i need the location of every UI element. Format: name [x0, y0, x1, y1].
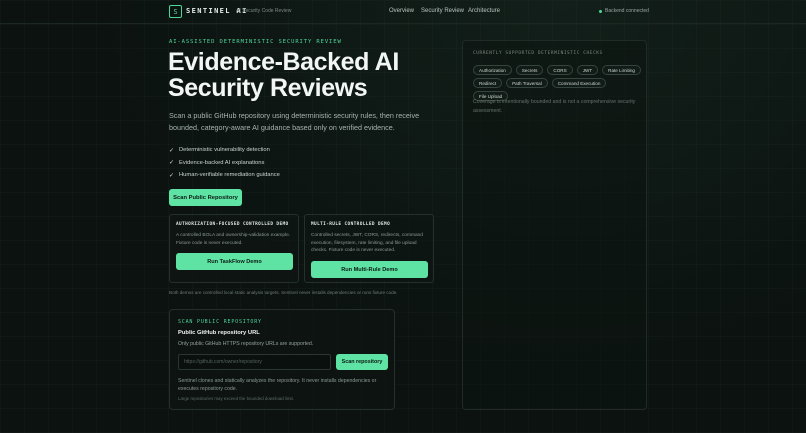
- list-item: ✓ Human-verifiable remediation guidance: [169, 172, 280, 179]
- demo-card-title: MULTI-RULE CONTROLLED DEMO: [311, 222, 391, 227]
- check-chip: Redirect: [473, 78, 503, 88]
- download-limit-note: Large repositories may exceed the bounde…: [178, 396, 294, 401]
- check-chip: Authorization: [473, 65, 512, 75]
- check-chip: CORS: [547, 65, 573, 75]
- page-title: Evidence-Backed AI Security Reviews: [168, 48, 399, 102]
- repository-url-help: Only public GitHub HTTPS repository URLs…: [178, 341, 314, 347]
- repository-url-input[interactable]: [178, 354, 331, 370]
- scan-public-repository-button[interactable]: Scan Public Repository: [169, 189, 242, 206]
- list-item: ✓ Evidence-backed AI explanations: [169, 159, 265, 167]
- check-icon: ✓: [169, 172, 175, 179]
- nav-security-review[interactable]: Security Review: [421, 8, 464, 14]
- logo-icon: S: [169, 5, 182, 18]
- check-chip: JWT: [576, 65, 599, 75]
- scan-description: Sentinel clones and statically analyzes …: [178, 378, 377, 392]
- nav-overview[interactable]: Overview: [389, 8, 414, 14]
- check-chips: Authorization Secrets CORS JWT Rate Limi…: [473, 65, 641, 101]
- brand-subtitle: AI Security Code Review: [236, 8, 292, 14]
- run-taskflow-demo-button[interactable]: Run TaskFlow Demo: [176, 253, 293, 270]
- hero-description: Scan a public GitHub repository using de…: [169, 111, 420, 132]
- demo-card-description: A controlled BOLA and ownership-validati…: [176, 233, 291, 246]
- scan-repository-button[interactable]: Scan repository: [336, 354, 388, 370]
- hero-eyebrow: AI-ASSISTED DETERMINISTIC SECURITY REVIE…: [169, 39, 342, 45]
- scan-panel-eyebrow: SCAN PUBLIC REPOSITORY: [178, 319, 262, 325]
- check-chip: Secrets: [515, 65, 544, 75]
- check-icon: ✓: [169, 147, 175, 154]
- check-icon: ✓: [169, 160, 175, 167]
- scan-repository-panel: SCAN PUBLIC REPOSITORY Public GitHub rep…: [169, 309, 395, 410]
- list-item: ✓ Deterministic vulnerability detection: [169, 147, 270, 154]
- feature-list: ✓ Deterministic vulnerability detection ✓…: [169, 144, 280, 182]
- taskflow-demo-card: AUTHORIZATION-FOCUSED CONTROLLED DEMO A …: [169, 214, 299, 283]
- demo-card-description: Controlled secrets, JWT, CORS, redirects…: [311, 233, 423, 254]
- run-multi-rule-demo-button[interactable]: Run Multi-Rule Demo: [311, 261, 428, 278]
- nav-architecture[interactable]: Architecture: [468, 8, 500, 14]
- check-chip: Command Execution: [551, 78, 607, 88]
- top-header: S SENTINEL AI AI Security Code Review Ov…: [0, 0, 806, 24]
- coverage-note: Coverage is intentionally bounded and is…: [473, 99, 636, 114]
- check-chip: Rate Limiting: [602, 65, 641, 75]
- supported-checks-panel: CURRENTLY SUPPORTED DETERMINISTIC CHECKS…: [462, 40, 647, 410]
- check-chip: Path Traversal: [506, 78, 548, 88]
- status-dot-icon: [599, 10, 602, 13]
- multi-rule-demo-card: MULTI-RULE CONTROLLED DEMO Controlled se…: [304, 214, 434, 283]
- demo-note: Both demos are controlled local static a…: [169, 290, 398, 295]
- backend-status: Backend connected: [605, 8, 649, 14]
- repository-url-label: Public GitHub repository URL: [178, 330, 260, 336]
- checks-panel-title: CURRENTLY SUPPORTED DETERMINISTIC CHECKS: [473, 51, 603, 56]
- demo-card-title: AUTHORIZATION-FOCUSED CONTROLLED DEMO: [176, 222, 289, 227]
